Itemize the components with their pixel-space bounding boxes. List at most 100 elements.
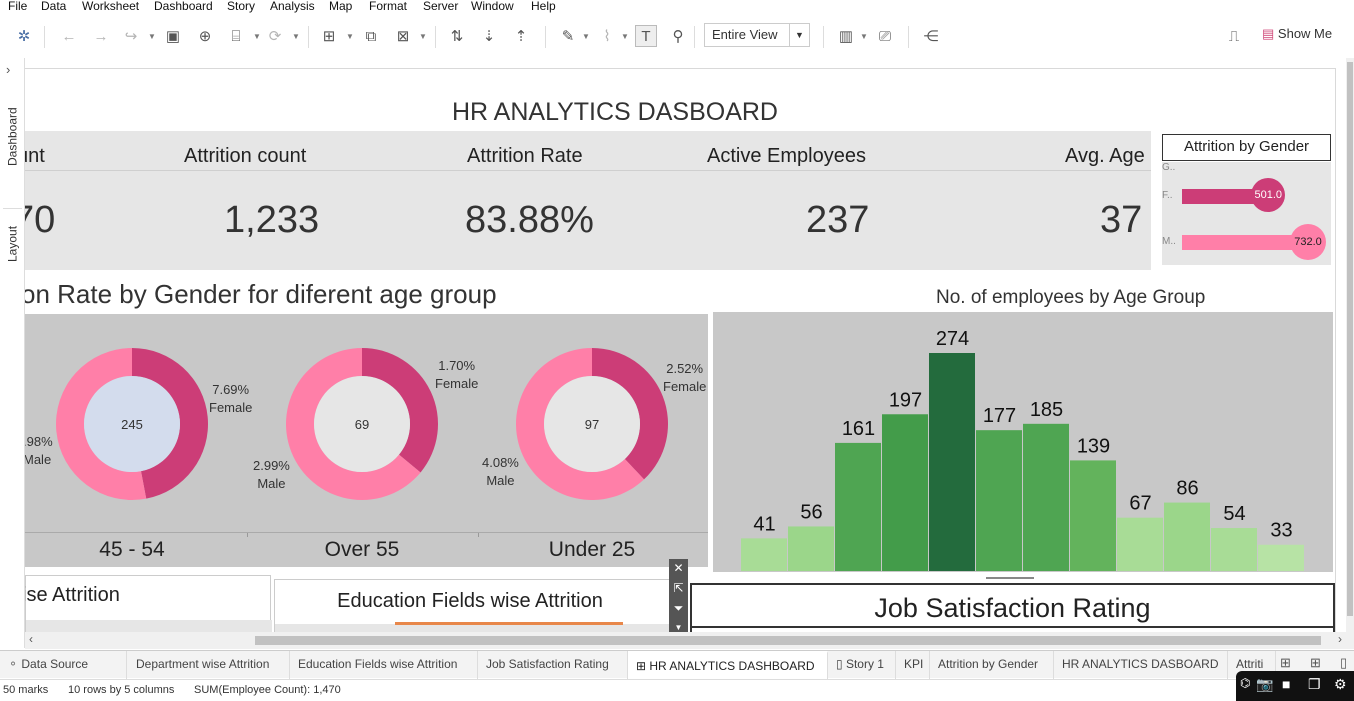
filter-icon[interactable]: ⏷ xyxy=(669,599,688,617)
kpi-label-employee-count: unt xyxy=(25,145,45,167)
undo-icon[interactable]: ← xyxy=(58,25,80,47)
new-story-tab-icon[interactable]: ▯ xyxy=(1340,655,1347,671)
age-bar-3[interactable] xyxy=(882,414,928,571)
share-icon[interactable]: ⋲ xyxy=(920,25,942,47)
show-me-button[interactable]: ▤ Show Me xyxy=(1262,26,1332,42)
menu-analysis[interactable]: Analysis xyxy=(270,0,315,13)
highlight-icon[interactable]: ✎ xyxy=(557,25,579,47)
gender-bubble-female: 501.0 xyxy=(1251,178,1286,212)
age-bar-label-3: 197 xyxy=(889,389,922,411)
age-bar-9[interactable] xyxy=(1164,502,1210,571)
close-icon[interactable]: ✕ xyxy=(669,559,688,577)
age-bar-label-8: 67 xyxy=(1129,493,1151,515)
age-bar-1[interactable] xyxy=(788,526,834,571)
job-satisfaction-panel[interactable]: Job Satisfaction Rating xyxy=(690,583,1335,632)
tab-layout-panel[interactable]: Layout xyxy=(0,216,25,272)
menu-server[interactable]: Server xyxy=(423,0,458,13)
donut-45-54-female-label: 7.69% Female xyxy=(209,382,253,415)
tab-attrition-by-gender[interactable]: Attrition by Gender xyxy=(930,651,1054,679)
duplicate-icon[interactable]: ⧉ xyxy=(360,25,382,47)
menu-file[interactable]: File xyxy=(8,0,27,13)
age-bar-4[interactable] xyxy=(929,353,975,571)
expand-panel-icon[interactable]: › xyxy=(6,62,10,77)
pin-icon[interactable]: ⚲ xyxy=(667,25,689,47)
job-satisfaction-title: Job Satisfaction Rating xyxy=(874,593,1151,623)
capture-menu-icon[interactable]: ⌬ xyxy=(1240,676,1250,690)
new-worksheet-tab-icon[interactable]: ⊞ xyxy=(1280,655,1291,671)
age-bar-label-7: 139 xyxy=(1077,435,1110,457)
dashboard-canvas: HR ANALYTICS DASBOARD unt 70 Attrition c… xyxy=(25,58,1354,632)
age-group-label-45-54: 45 - 54 xyxy=(99,538,165,561)
vertical-scrollbar[interactable] xyxy=(1346,58,1354,632)
age-bar-5[interactable] xyxy=(976,430,1022,571)
menu-window[interactable]: Window xyxy=(471,0,514,13)
tab-data-source[interactable]: ⚬ Data Source xyxy=(0,651,127,679)
format-painter-icon[interactable]: ⎍ xyxy=(1223,25,1245,47)
tab-hr-analytics-dashboard[interactable]: ⊞ HR ANALYTICS DASHBOARD xyxy=(628,651,828,679)
redo-icon[interactable]: → xyxy=(90,25,112,47)
menu-map[interactable]: Map xyxy=(329,0,352,13)
menu-story[interactable]: Story xyxy=(227,0,255,13)
window-icon[interactable]: ❐ xyxy=(1308,676,1321,693)
menu-data[interactable]: Data xyxy=(41,0,66,13)
age-bar-7[interactable] xyxy=(1070,460,1116,571)
age-bar-11[interactable] xyxy=(1258,544,1304,571)
tab-education-fields-wise-attrition[interactable]: Education Fields wise Attrition xyxy=(290,651,478,679)
horizontal-scrollbar[interactable]: ‹ › xyxy=(25,632,1354,649)
camera-icon[interactable]: 📷 xyxy=(1256,676,1273,693)
tab-department-wise-attrition[interactable]: Department wise Attrition xyxy=(128,651,290,679)
menu-format[interactable]: Format xyxy=(369,0,407,13)
tab-job-satisfaction-rating[interactable]: Job Satisfaction Rating xyxy=(478,651,628,679)
show-labels-icon[interactable]: T xyxy=(635,25,657,47)
donut-over-55-center: 69 xyxy=(354,417,370,432)
new-worksheet-icon[interactable]: ⊞ xyxy=(318,25,340,47)
kpi-value-active-employees: 237 xyxy=(806,199,870,241)
age-bar-6[interactable] xyxy=(1023,423,1069,571)
presentation-icon[interactable]: ⎚ xyxy=(874,25,896,47)
save-icon[interactable]: ▣ xyxy=(162,25,184,47)
redo-history-icon[interactable]: ↪ xyxy=(120,25,142,47)
age-bar-label-9: 86 xyxy=(1176,478,1198,500)
age-bar-2[interactable] xyxy=(835,442,881,571)
kpi-label-attrition-rate: Attrition Rate xyxy=(467,145,583,167)
department-attrition-panel[interactable]: ise Attrition xyxy=(25,575,272,632)
donut-45-54-male-label: .98% Male xyxy=(25,434,53,467)
attrition-by-gender-chart[interactable]: G.. F.. 501.0 M.. 732.0 xyxy=(1162,162,1331,265)
more-options-icon[interactable]: ▼ xyxy=(669,619,688,632)
fit-dropdown[interactable]: Entire View ▼ xyxy=(704,23,810,47)
view-cards-icon[interactable]: ▥ xyxy=(835,25,857,47)
go-to-sheet-icon[interactable]: ⇱ xyxy=(669,579,688,597)
education-attrition-panel[interactable]: Education Fields wise Attrition xyxy=(274,579,673,632)
sort-descending-icon[interactable]: ⇡ xyxy=(510,25,532,47)
attach-icon[interactable]: ⌇ xyxy=(596,25,618,47)
scroll-right-icon[interactable]: › xyxy=(1338,632,1342,646)
age-bar-8[interactable] xyxy=(1117,517,1163,571)
video-icon[interactable]: ■ xyxy=(1282,676,1290,692)
age-group-bar-chart[interactable]: 41 56 161 197 274 177 185 139 67 86 54 33 xyxy=(713,312,1333,572)
new-datasource-icon[interactable]: ⊕ xyxy=(194,25,216,47)
menu-worksheet[interactable]: Worksheet xyxy=(82,0,139,13)
menu-help[interactable]: Help xyxy=(531,0,556,13)
age-bar-label-11: 33 xyxy=(1270,520,1292,542)
new-dashboard-tab-icon[interactable]: ⊞ xyxy=(1310,655,1321,671)
swap-icon[interactable]: ⇅ xyxy=(446,25,468,47)
refresh-icon[interactable]: ⟳ xyxy=(264,25,286,47)
tab-kpi[interactable]: KPI xyxy=(896,651,930,679)
donut-panel[interactable]: 7.69% Female .98% Male 245 1.70% Female 2.9… xyxy=(25,314,708,567)
age-bar-10[interactable] xyxy=(1211,528,1257,571)
pause-updates-icon[interactable]: ⌸ xyxy=(225,25,247,47)
age-bar-0[interactable] xyxy=(741,538,787,571)
tableau-logo-icon[interactable]: ✲ xyxy=(13,25,35,47)
resize-handle[interactable] xyxy=(986,575,1034,581)
tab-story-1[interactable]: ▯ Story 1 xyxy=(828,651,896,679)
scroll-left-icon[interactable]: ‹ xyxy=(29,632,33,646)
age-bar-label-10: 54 xyxy=(1223,503,1245,525)
age-bar-label-0: 41 xyxy=(753,513,775,535)
tab-dashboard-panel[interactable]: Dashboard xyxy=(0,98,25,176)
kpi-band[interactable]: unt 70 Attrition count 1,233 Attrition R… xyxy=(25,131,1151,270)
clear-sheet-icon[interactable]: ⊠ xyxy=(392,25,414,47)
settings-gear-icon[interactable]: ⚙ xyxy=(1334,676,1347,693)
sort-ascending-icon[interactable]: ⇣ xyxy=(478,25,500,47)
menu-dashboard[interactable]: Dashboard xyxy=(154,0,213,13)
tab-hr-analytics-dasboard[interactable]: HR ANALYTICS DASBOARD xyxy=(1054,651,1228,679)
